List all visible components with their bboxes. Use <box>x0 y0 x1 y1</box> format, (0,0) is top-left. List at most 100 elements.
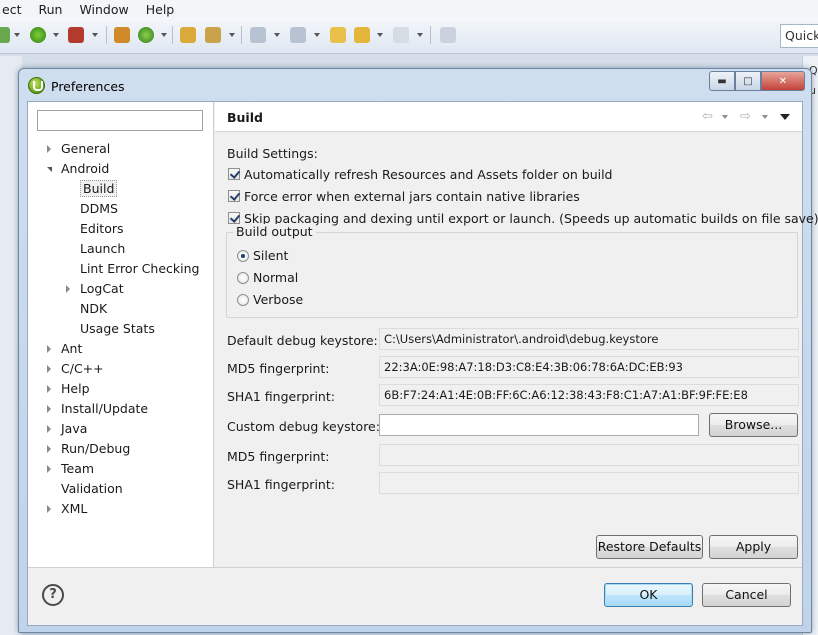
pin-editor-icon[interactable] <box>440 27 456 43</box>
external-tools-icon[interactable] <box>138 27 154 43</box>
normal-label[interactable]: Normal <box>253 270 298 285</box>
menu-help[interactable]: Help <box>146 2 175 17</box>
forward-history-dropdown-icon[interactable] <box>762 115 768 119</box>
tree-item-ndk[interactable]: NDK <box>66 300 107 318</box>
custom-md5-field[interactable] <box>379 444 799 466</box>
close-button[interactable]: ✕ <box>761 71 805 91</box>
browse-button[interactable]: Browse... <box>709 413 798 437</box>
auto-refresh-checkbox[interactable] <box>228 168 240 180</box>
tree-item-label: C/C++ <box>61 361 104 376</box>
sync-icon[interactable] <box>0 27 10 43</box>
tree-collapsed-icon[interactable] <box>47 505 51 513</box>
normal-radio[interactable] <box>237 272 249 284</box>
md5-field[interactable]: 22:3A:0E:98:A7:18:D3:C8:E4:3B:06:78:6A:D… <box>379 356 799 378</box>
tree-item-general[interactable]: General <box>47 140 110 158</box>
footer-divider <box>28 567 802 568</box>
eclipse-toolbar <box>0 18 818 54</box>
tree-collapsed-icon[interactable] <box>47 345 51 353</box>
tree-collapsed-icon[interactable] <box>47 445 51 453</box>
last-edit-icon[interactable] <box>330 27 346 43</box>
build-icon[interactable] <box>114 27 130 43</box>
forward-arrow-icon[interactable]: ⇨ <box>740 110 751 123</box>
tree-item-lint-error-checking[interactable]: Lint Error Checking <box>66 260 199 278</box>
tree-item-ant[interactable]: Ant <box>47 340 82 358</box>
tree-collapsed-icon[interactable] <box>66 285 70 293</box>
tree-item-run-debug[interactable]: Run/Debug <box>47 440 130 458</box>
chevron-down-icon[interactable] <box>14 33 20 37</box>
tree-item-launch[interactable]: Launch <box>66 240 125 258</box>
auto-refresh-label[interactable]: Automatically refresh Resources and Asse… <box>244 167 613 182</box>
tree-item-validation[interactable]: Validation <box>47 480 123 498</box>
chevron-down-icon[interactable] <box>377 33 383 37</box>
previous-annotation-icon[interactable] <box>290 27 306 43</box>
maximize-button[interactable]: □ <box>735 71 761 91</box>
chevron-down-icon[interactable] <box>53 33 59 37</box>
verbose-label[interactable]: Verbose <box>253 292 303 307</box>
skip-packaging-checkbox[interactable] <box>228 212 240 224</box>
menu-project[interactable]: ect <box>2 2 21 17</box>
sha1-field[interactable]: 6B:F7:24:A1:4E:0B:FF:6C:A6:12:38:43:F8:C… <box>379 384 799 406</box>
default-keystore-field[interactable]: C:\Users\Administrator\.android\debug.ke… <box>379 328 799 350</box>
chevron-down-icon[interactable] <box>314 33 320 37</box>
quick-access-input[interactable]: Quick <box>780 24 818 48</box>
forward-icon[interactable] <box>393 27 409 43</box>
tree-item-install-update[interactable]: Install/Update <box>47 400 148 418</box>
tree-collapsed-icon[interactable] <box>47 145 51 153</box>
next-annotation-icon[interactable] <box>250 27 266 43</box>
run-icon[interactable] <box>30 27 46 43</box>
toolbar-separator <box>172 26 173 44</box>
eclipse-menubar: ect Run Window Help <box>0 0 818 18</box>
back-arrow-icon[interactable]: ⇦ <box>702 110 713 123</box>
tree-item-editors[interactable]: Editors <box>66 220 124 238</box>
back-history-dropdown-icon[interactable] <box>722 115 728 119</box>
tree-collapsed-icon[interactable] <box>47 385 51 393</box>
apply-button[interactable]: Apply <box>709 535 798 559</box>
tree-item-android[interactable]: Android <box>47 160 109 178</box>
tree-item-xml[interactable]: XML <box>47 500 87 518</box>
chevron-down-icon[interactable] <box>92 33 98 37</box>
minimize-button[interactable]: ▬ <box>709 71 735 91</box>
ok-button[interactable]: OK <box>604 583 693 607</box>
help-icon[interactable]: ? <box>42 584 64 606</box>
tree-collapsed-icon[interactable] <box>47 465 51 473</box>
tree-item-build[interactable]: Build <box>66 180 118 198</box>
toolbar-separator <box>106 26 107 44</box>
force-error-checkbox[interactable] <box>228 190 240 202</box>
tree-collapsed-icon[interactable] <box>47 365 51 373</box>
tree-item-logcat[interactable]: LogCat <box>66 280 124 298</box>
skip-packaging-label[interactable]: Skip packaging and dexing until export o… <box>244 211 818 226</box>
tree-item-team[interactable]: Team <box>47 460 94 478</box>
filter-input[interactable] <box>37 110 203 131</box>
restore-defaults-button[interactable]: Restore Defaults <box>596 535 703 559</box>
tree-item-java[interactable]: Java <box>47 420 87 438</box>
debug-icon[interactable] <box>68 27 84 43</box>
tree-collapsed-icon[interactable] <box>47 425 51 433</box>
verbose-radio[interactable] <box>237 294 249 306</box>
custom-keystore-input[interactable] <box>379 414 699 436</box>
silent-radio[interactable] <box>237 250 249 262</box>
tree-item-help[interactable]: Help <box>47 380 90 398</box>
tree-item-ddms[interactable]: DDMS <box>66 200 118 218</box>
open-folder-icon[interactable] <box>180 27 196 43</box>
custom-sha1-field[interactable] <box>379 472 799 494</box>
cancel-button[interactable]: Cancel <box>702 583 791 607</box>
tree-item-label: Usage Stats <box>80 321 155 336</box>
force-error-label[interactable]: Force error when external jars contain n… <box>244 189 580 204</box>
chevron-down-icon[interactable] <box>229 33 235 37</box>
tree-item-label: Ant <box>61 341 83 356</box>
menu-window[interactable]: Window <box>79 2 128 17</box>
tree-expanded-icon[interactable] <box>47 167 52 172</box>
tree-item-usage-stats[interactable]: Usage Stats <box>66 320 155 338</box>
chevron-down-icon[interactable] <box>161 33 167 37</box>
chevron-down-icon[interactable] <box>274 33 280 37</box>
view-menu-icon[interactable] <box>780 114 790 120</box>
menu-run[interactable]: Run <box>38 2 62 17</box>
silent-label[interactable]: Silent <box>253 248 288 263</box>
tree-item-c-c-[interactable]: C/C++ <box>47 360 104 378</box>
tree-item-label: DDMS <box>80 201 118 216</box>
back-icon[interactable] <box>354 27 370 43</box>
pen-icon[interactable] <box>205 27 221 43</box>
tree-collapsed-icon[interactable] <box>47 405 51 413</box>
custom-md5-label: MD5 fingerprint: <box>227 449 330 464</box>
chevron-down-icon[interactable] <box>417 33 423 37</box>
